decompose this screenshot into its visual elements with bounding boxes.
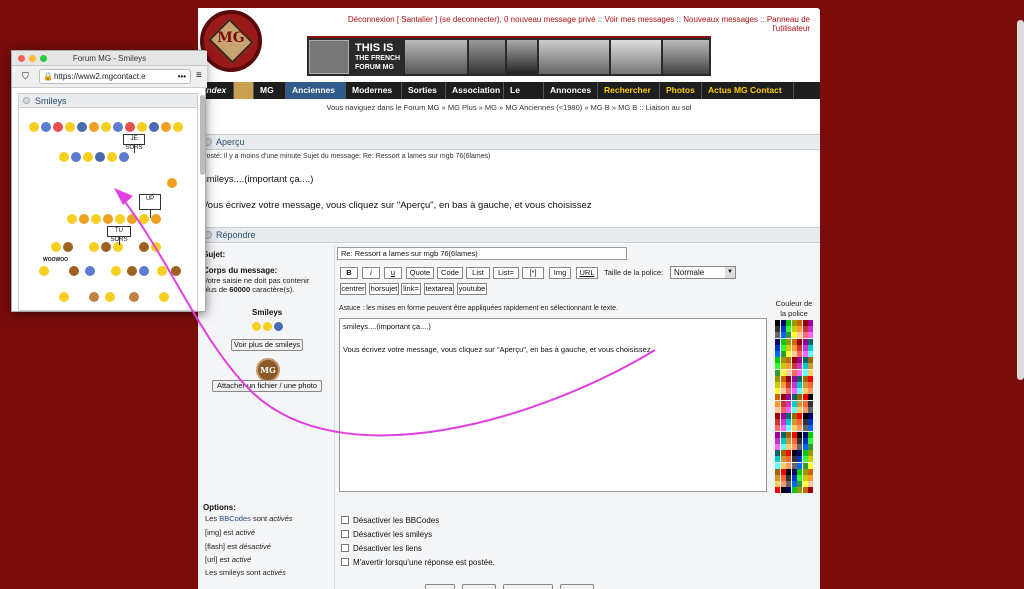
annotation-arrow [114, 188, 656, 437]
